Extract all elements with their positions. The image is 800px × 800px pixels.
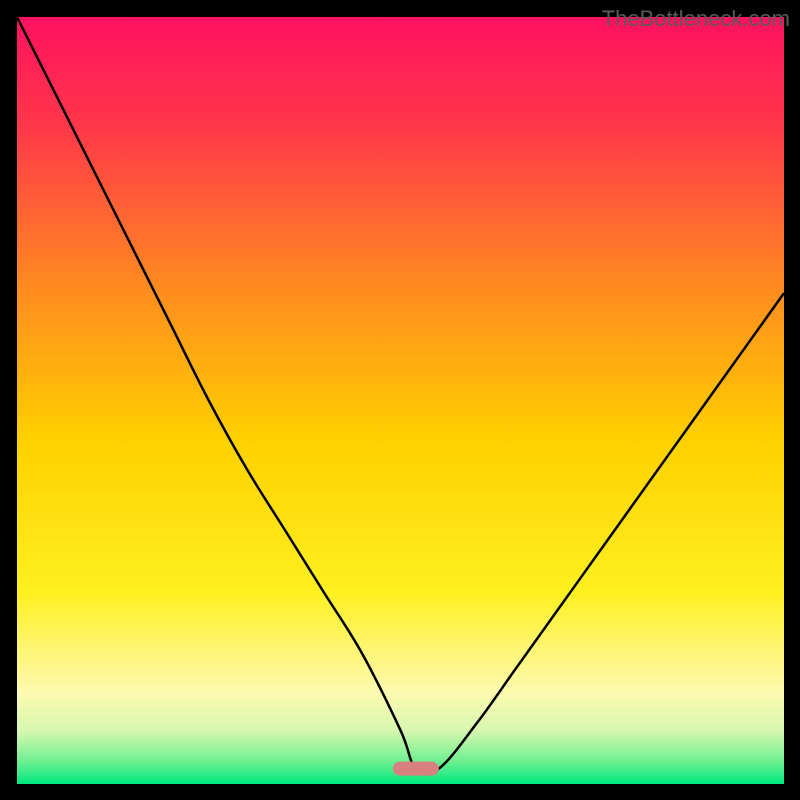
chart-canvas xyxy=(17,17,784,784)
minimum-marker xyxy=(393,762,439,776)
watermark-text: TheBottleneck.com xyxy=(602,6,790,32)
gradient-background xyxy=(17,17,784,784)
